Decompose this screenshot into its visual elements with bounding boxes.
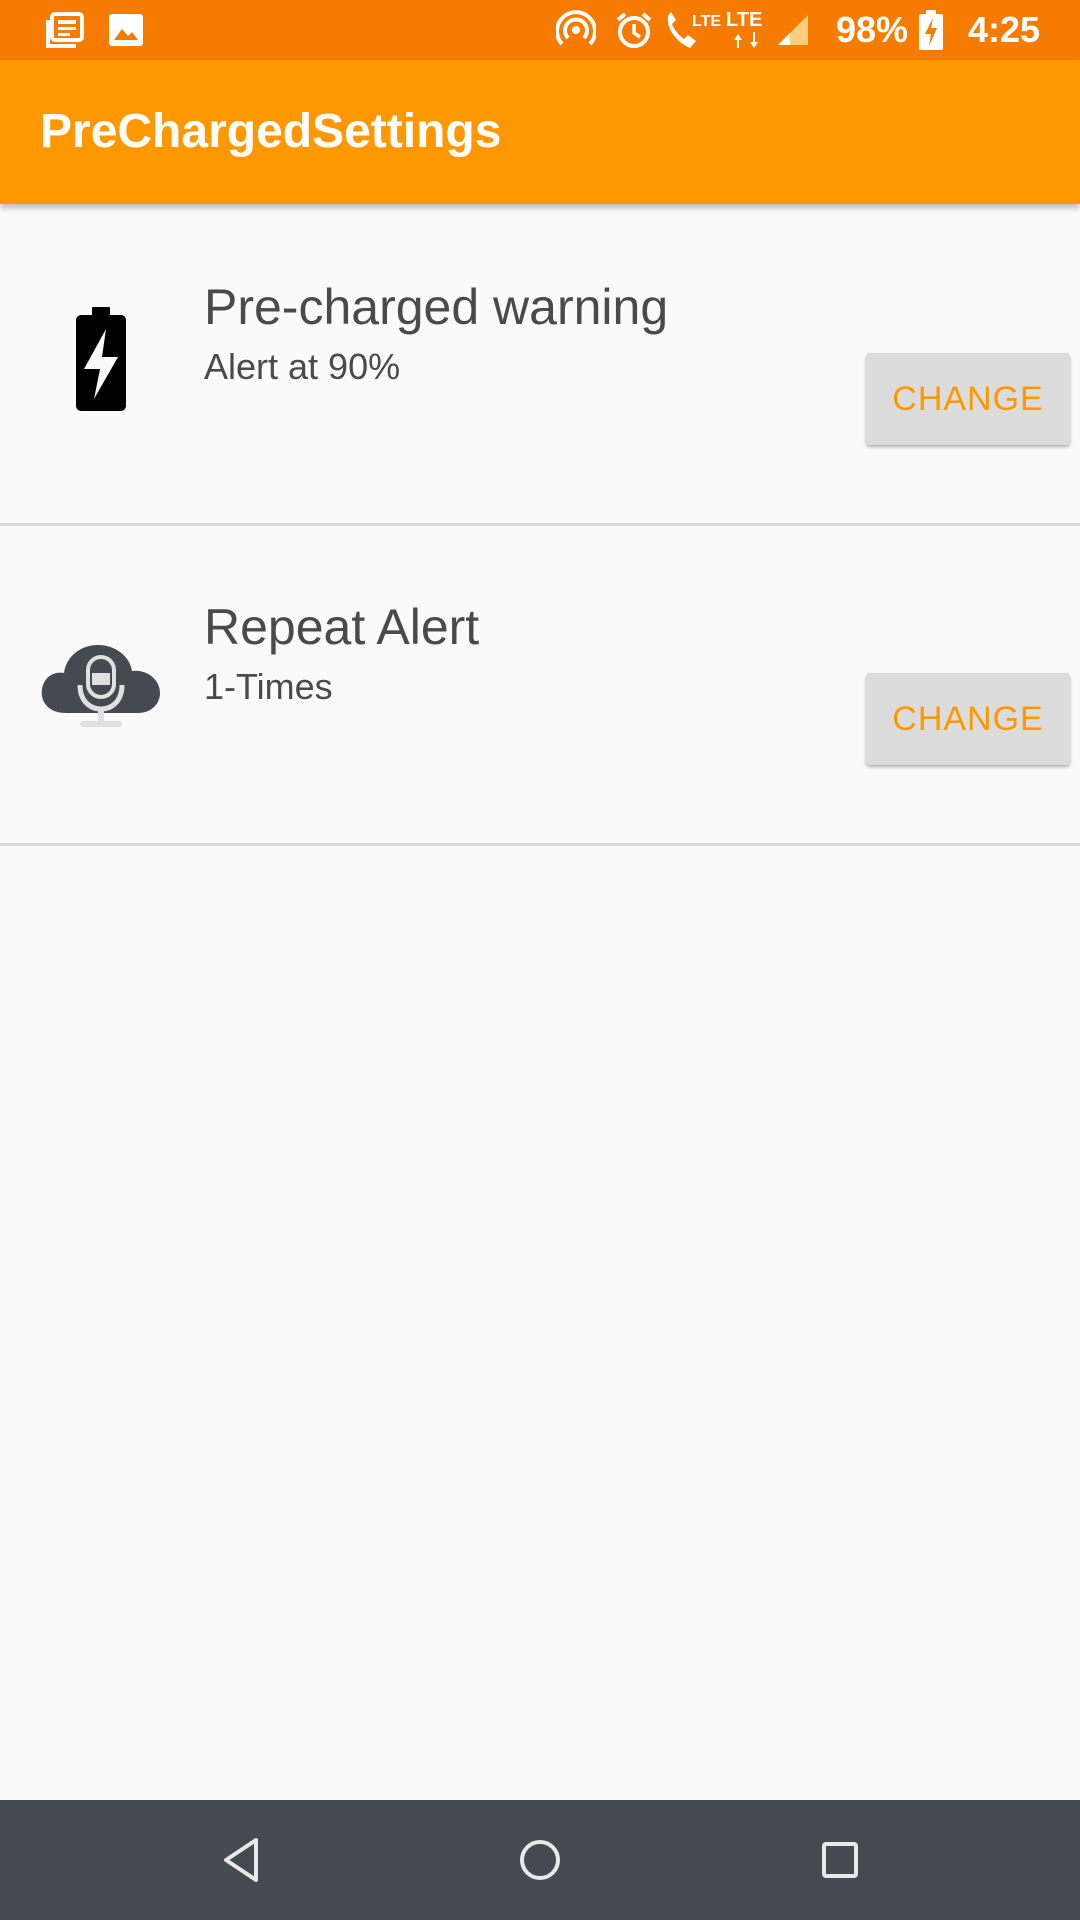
change-button[interactable]: CHANGE (866, 353, 1070, 445)
hotspot-icon (556, 0, 596, 60)
recents-icon[interactable] (810, 1830, 870, 1890)
wifi-call-icon: LTE (662, 0, 732, 60)
setting-row-repeat-alert: Repeat Alert 1-Times CHANGE (0, 526, 1080, 846)
back-icon[interactable] (212, 1830, 272, 1890)
battery-charging-icon (918, 0, 944, 60)
setting-subtitle: 1-Times (204, 666, 333, 707)
battery-percent: 98% (836, 9, 909, 50)
screen: LTE LTE 98% 4:25 PreChargedSettings Pre-… (0, 0, 1080, 1920)
home-icon[interactable] (510, 1830, 570, 1890)
status-bar: LTE LTE 98% 4:25 (0, 0, 1080, 60)
image-icon (108, 0, 144, 60)
signal-icon (776, 0, 810, 60)
clock: 4:25 (968, 9, 1041, 50)
setting-title: Pre-charged warning (204, 279, 669, 335)
lte-call-label: LTE (692, 13, 721, 30)
navigation-bar (0, 1800, 1080, 1920)
change-button[interactable]: CHANGE (866, 673, 1070, 765)
cloud-microphone-icon (36, 621, 166, 751)
lte-data-icon: LTE (724, 0, 772, 60)
lte-data-label: LTE (726, 9, 762, 31)
news-icon (46, 0, 84, 60)
setting-row-precharged-warning: Pre-charged warning Alert at 90% CHANGE (0, 206, 1080, 526)
battery-charging-icon (36, 301, 166, 431)
app-bar: PreChargedSettings (0, 60, 1080, 204)
app-title: PreChargedSettings (40, 105, 502, 158)
setting-title: Repeat Alert (204, 599, 480, 655)
alarm-icon (614, 0, 654, 60)
setting-subtitle: Alert at 90% (204, 346, 401, 387)
